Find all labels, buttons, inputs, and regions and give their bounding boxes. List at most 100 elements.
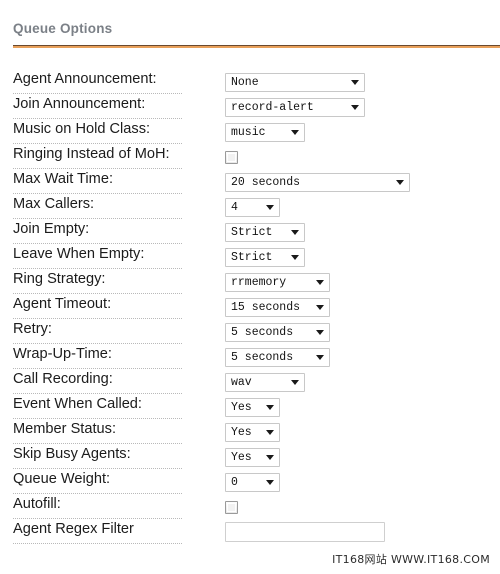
form-row-ring-strategy: Ring Strategy: rrmemory bbox=[0, 270, 500, 295]
form-row-queue-weight: Queue Weight: 0 bbox=[0, 470, 500, 495]
form-row-music-on-hold-class: Music on Hold Class: music bbox=[0, 120, 500, 145]
chevron-down-icon bbox=[316, 355, 324, 360]
form-row-call-recording: Call Recording: wav bbox=[0, 370, 500, 395]
chevron-down-icon bbox=[351, 105, 359, 110]
select-queue-weight[interactable]: 0 bbox=[225, 472, 280, 492]
checkbox-ringing-instead-of-moh[interactable] bbox=[225, 150, 238, 164]
label-retry: Retry: bbox=[13, 320, 182, 344]
control-cell-agent-timeout: 15 seconds bbox=[225, 295, 330, 319]
select-leave-when-empty[interactable]: Strict bbox=[225, 247, 305, 267]
control-cell-retry: 5 seconds bbox=[225, 320, 330, 344]
chevron-down-icon bbox=[316, 305, 324, 310]
label-agent-timeout: Agent Timeout: bbox=[13, 295, 182, 319]
control-cell-max-wait-time: 20 seconds bbox=[225, 170, 410, 194]
select-value-ring-strategy: rrmemory bbox=[231, 275, 287, 289]
select-ring-strategy[interactable]: rrmemory bbox=[225, 272, 330, 292]
control-cell-queue-weight: 0 bbox=[225, 470, 280, 494]
chevron-down-icon bbox=[291, 130, 299, 135]
select-value-skip-busy-agents: Yes bbox=[231, 450, 252, 464]
select-value-event-when-called: Yes bbox=[231, 400, 252, 414]
form-row-wrap-up-time: Wrap-Up-Time: 5 seconds bbox=[0, 345, 500, 370]
select-value-retry: 5 seconds bbox=[231, 325, 294, 339]
control-cell-join-announcement: record-alert bbox=[225, 95, 365, 119]
label-call-recording: Call Recording: bbox=[13, 370, 182, 394]
form-row-agent-regex-filter: Agent Regex Filter bbox=[0, 520, 500, 545]
select-join-announcement[interactable]: record-alert bbox=[225, 97, 365, 117]
select-max-callers[interactable]: 4 bbox=[225, 197, 280, 217]
label-skip-busy-agents: Skip Busy Agents: bbox=[13, 445, 182, 469]
form-row-join-empty: Join Empty: Strict bbox=[0, 220, 500, 245]
control-cell-max-callers: 4 bbox=[225, 195, 280, 219]
select-value-max-wait-time: 20 seconds bbox=[231, 175, 301, 189]
control-cell-autofill bbox=[225, 495, 238, 519]
label-leave-when-empty: Leave When Empty: bbox=[13, 245, 182, 269]
chevron-down-icon bbox=[266, 430, 274, 435]
label-join-empty: Join Empty: bbox=[13, 220, 182, 244]
select-value-join-empty: Strict bbox=[231, 225, 273, 239]
form-row-leave-when-empty: Leave When Empty: Strict bbox=[0, 245, 500, 270]
select-value-max-callers: 4 bbox=[231, 200, 238, 214]
form-row-autofill: Autofill: bbox=[0, 495, 500, 520]
chevron-down-icon bbox=[316, 280, 324, 285]
label-max-callers: Max Callers: bbox=[13, 195, 182, 219]
control-cell-skip-busy-agents: Yes bbox=[225, 445, 280, 469]
label-music-on-hold-class: Music on Hold Class: bbox=[13, 120, 182, 144]
page-title: Queue Options bbox=[13, 21, 113, 36]
form-row-agent-announcement: Agent Announcement: None bbox=[0, 70, 500, 95]
select-call-recording[interactable]: wav bbox=[225, 372, 305, 392]
select-event-when-called[interactable]: Yes bbox=[225, 397, 280, 417]
label-max-wait-time: Max Wait Time: bbox=[13, 170, 182, 194]
chevron-down-icon bbox=[266, 405, 274, 410]
header-divider bbox=[13, 45, 500, 48]
select-skip-busy-agents[interactable]: Yes bbox=[225, 447, 280, 467]
select-value-leave-when-empty: Strict bbox=[231, 250, 273, 264]
chevron-down-icon bbox=[266, 205, 274, 210]
form-row-skip-busy-agents: Skip Busy Agents: Yes bbox=[0, 445, 500, 470]
form-row-ringing-instead-of-moh: Ringing Instead of MoH: bbox=[0, 145, 500, 170]
label-member-status: Member Status: bbox=[13, 420, 182, 444]
select-retry[interactable]: 5 seconds bbox=[225, 322, 330, 342]
chevron-down-icon bbox=[396, 180, 404, 185]
form-row-max-callers: Max Callers: 4 bbox=[0, 195, 500, 220]
select-max-wait-time[interactable]: 20 seconds bbox=[225, 172, 410, 192]
label-ringing-instead-of-moh: Ringing Instead of MoH: bbox=[13, 145, 182, 169]
select-join-empty[interactable]: Strict bbox=[225, 222, 305, 242]
control-cell-agent-regex-filter bbox=[225, 520, 385, 544]
select-member-status[interactable]: Yes bbox=[225, 422, 280, 442]
chevron-down-icon bbox=[291, 380, 299, 385]
control-cell-join-empty: Strict bbox=[225, 220, 305, 244]
control-cell-ringing-instead-of-moh bbox=[225, 145, 238, 169]
label-agent-announcement: Agent Announcement: bbox=[13, 70, 182, 94]
control-cell-music-on-hold-class: music bbox=[225, 120, 305, 144]
select-value-agent-timeout: 15 seconds bbox=[231, 300, 301, 314]
chevron-down-icon bbox=[266, 455, 274, 460]
control-cell-member-status: Yes bbox=[225, 420, 280, 444]
select-music-on-hold-class[interactable]: music bbox=[225, 122, 305, 142]
select-wrap-up-time[interactable]: 5 seconds bbox=[225, 347, 330, 367]
form-row-member-status: Member Status: Yes bbox=[0, 420, 500, 445]
label-agent-regex-filter: Agent Regex Filter bbox=[13, 520, 182, 544]
select-value-agent-announcement: None bbox=[231, 75, 259, 89]
control-cell-ring-strategy: rrmemory bbox=[225, 270, 330, 294]
control-cell-agent-announcement: None bbox=[225, 70, 365, 94]
select-value-member-status: Yes bbox=[231, 425, 252, 439]
form-row-retry: Retry: 5 seconds bbox=[0, 320, 500, 345]
select-value-join-announcement: record-alert bbox=[231, 100, 314, 114]
select-value-queue-weight: 0 bbox=[231, 475, 238, 489]
label-join-announcement: Join Announcement: bbox=[13, 95, 182, 119]
select-agent-timeout[interactable]: 15 seconds bbox=[225, 297, 330, 317]
form-row-event-when-called: Event When Called: Yes bbox=[0, 395, 500, 420]
label-event-when-called: Event When Called: bbox=[13, 395, 182, 419]
checkbox-autofill[interactable] bbox=[225, 500, 238, 514]
control-cell-event-when-called: Yes bbox=[225, 395, 280, 419]
control-cell-wrap-up-time: 5 seconds bbox=[225, 345, 330, 369]
label-queue-weight: Queue Weight: bbox=[13, 470, 182, 494]
chevron-down-icon bbox=[351, 80, 359, 85]
input-agent-regex-filter[interactable] bbox=[225, 522, 385, 542]
control-cell-call-recording: wav bbox=[225, 370, 305, 394]
chevron-down-icon bbox=[291, 230, 299, 235]
chevron-down-icon bbox=[266, 480, 274, 485]
select-agent-announcement[interactable]: None bbox=[225, 72, 365, 92]
form-row-max-wait-time: Max Wait Time: 20 seconds bbox=[0, 170, 500, 195]
queue-options-form: Agent Announcement: None Join Announcement… bbox=[0, 70, 500, 545]
